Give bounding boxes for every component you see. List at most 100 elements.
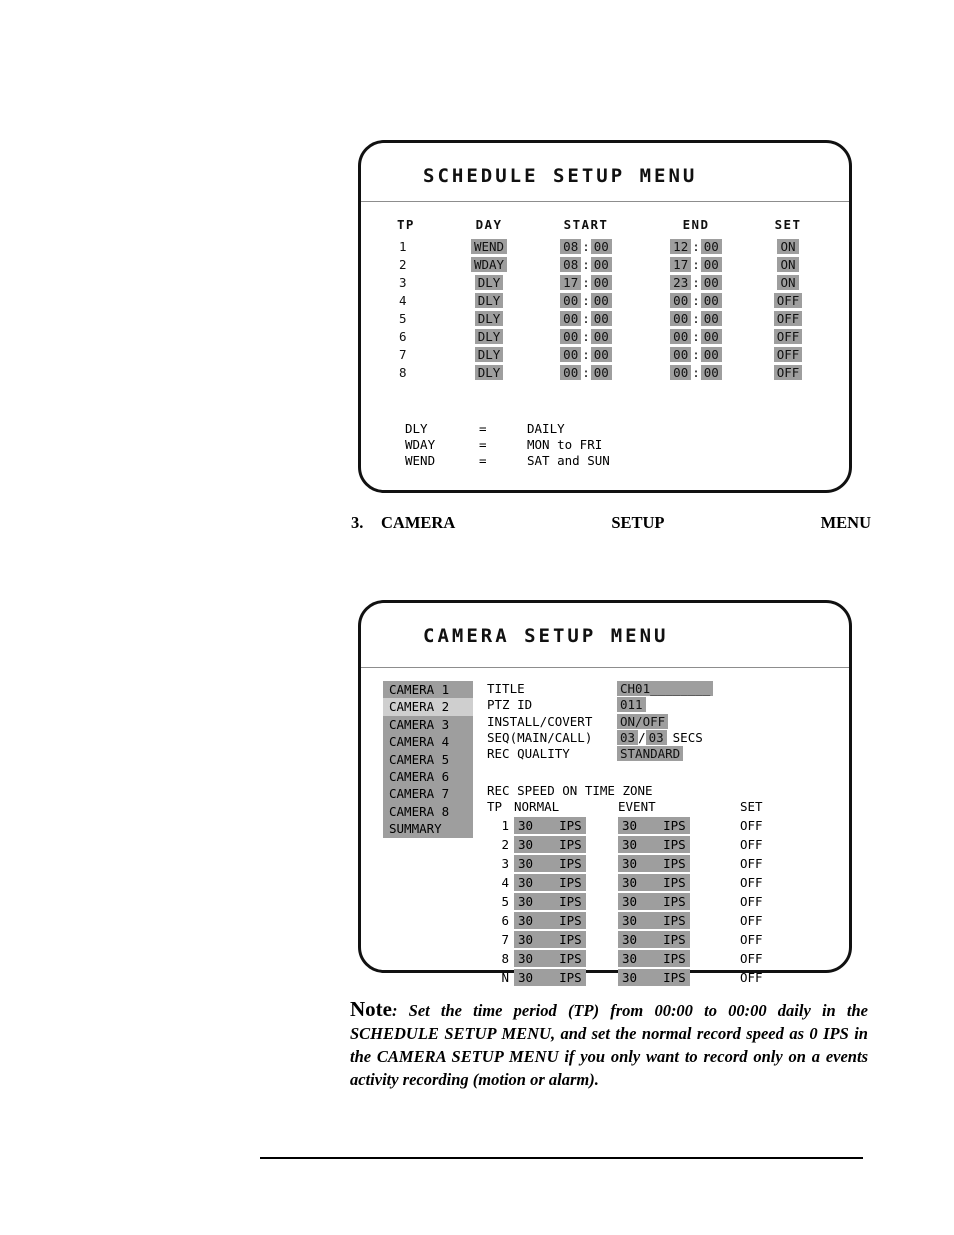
schedule-start-minute[interactable]: 00 xyxy=(590,256,612,272)
schedule-set-value[interactable]: OFF xyxy=(773,364,803,380)
rec-speed-normal-value[interactable]: 30 IPS xyxy=(514,893,586,910)
schedule-day-value[interactable]: DLY xyxy=(474,364,504,380)
schedule-start-hour[interactable]: 00 xyxy=(560,292,582,308)
title-value[interactable]: CH01________ xyxy=(617,681,714,696)
schedule-set-value[interactable]: OFF xyxy=(773,328,803,344)
rec-speed-cell-set[interactable]: OFF xyxy=(722,911,802,930)
rec-speed-table-row: 8 30 IPS 30 IPS OFF xyxy=(487,949,802,968)
rec-speed-normal-value[interactable]: 30 IPS xyxy=(514,874,586,891)
rec-speed-cell-set[interactable]: OFF xyxy=(722,816,802,835)
rec-speed-cell-set[interactable]: OFF xyxy=(722,930,802,949)
schedule-end-hour[interactable]: 00 xyxy=(670,310,692,326)
schedule-end-hour[interactable]: 00 xyxy=(670,328,692,344)
rec-speed-event-value[interactable]: 30 IPS xyxy=(618,874,690,891)
rec-speed-event-value[interactable]: 30 IPS xyxy=(618,855,690,872)
camera-list-item[interactable]: CAMERA 3 xyxy=(383,716,473,733)
schedule-day-value[interactable]: DLY xyxy=(474,328,504,344)
schedule-end-minute[interactable]: 00 xyxy=(700,346,722,362)
schedule-start-hour[interactable]: 00 xyxy=(560,310,582,326)
camera-list-item[interactable]: CAMERA 8 xyxy=(383,803,473,820)
schedule-end-minute[interactable]: 00 xyxy=(700,256,722,272)
schedule-end-minute[interactable]: 00 xyxy=(700,310,722,326)
camera-list-item[interactable]: CAMERA 4 xyxy=(383,733,473,750)
rec-speed-cell-set[interactable]: OFF xyxy=(722,854,802,873)
rec-speed-normal-value[interactable]: 30 IPS xyxy=(514,855,586,872)
schedule-end-hour[interactable]: 00 xyxy=(670,364,692,380)
rec-speed-normal-value[interactable]: 30 IPS xyxy=(514,969,586,986)
schedule-table-row: 3 DLY 17:00 23:00 ON xyxy=(397,273,825,291)
legend-key: WDAY xyxy=(405,437,436,453)
rec-speed-event-value[interactable]: 30 IPS xyxy=(618,950,690,967)
schedule-end-hour[interactable]: 00 xyxy=(670,346,692,362)
schedule-end-hour[interactable]: 17 xyxy=(670,256,692,272)
schedule-day-value[interactable]: DLY xyxy=(474,292,504,308)
schedule-set-value[interactable]: OFF xyxy=(773,310,803,326)
rec-quality-value[interactable]: STANDARD xyxy=(617,746,684,762)
camera-list-item[interactable]: CAMERA 7 xyxy=(383,785,473,802)
rec-speed-normal-value[interactable]: 30 IPS xyxy=(514,931,586,948)
schedule-set-value[interactable]: ON xyxy=(777,256,799,272)
schedule-end-hour[interactable]: 00 xyxy=(670,292,692,308)
schedule-start-hour[interactable]: 00 xyxy=(560,346,582,362)
rec-speed-event-value[interactable]: 30 IPS xyxy=(618,969,690,986)
install-covert-value[interactable]: ON/OFF xyxy=(617,713,669,729)
schedule-end-minute[interactable]: 00 xyxy=(700,238,722,254)
seq-call-value[interactable]: 03 xyxy=(645,729,667,745)
rec-speed-event-value[interactable]: 30 IPS xyxy=(618,912,690,929)
schedule-end-minute[interactable]: 00 xyxy=(700,292,722,308)
rec-speed-normal-value[interactable]: 30 IPS xyxy=(514,950,586,967)
ptz-id-value[interactable]: 011 xyxy=(617,697,646,713)
schedule-cell-start: 00:00 xyxy=(531,291,641,309)
schedule-end-minute[interactable]: 00 xyxy=(700,274,722,290)
rec-speed-cell-event: 30 IPS xyxy=(618,911,722,930)
schedule-set-value[interactable]: OFF xyxy=(773,346,803,362)
schedule-start-hour[interactable]: 17 xyxy=(560,274,582,290)
camera-list-item[interactable]: SUMMARY xyxy=(383,820,473,837)
schedule-start-hour[interactable]: 08 xyxy=(560,256,582,272)
rec-speed-event-value[interactable]: 30 IPS xyxy=(618,836,690,853)
schedule-start-minute[interactable]: 00 xyxy=(590,238,612,254)
schedule-day-value[interactable]: DLY xyxy=(474,274,504,290)
rec-speed-event-value[interactable]: 30 IPS xyxy=(618,931,690,948)
camera-list-item[interactable]: CAMERA 6 xyxy=(383,768,473,785)
schedule-start-hour[interactable]: 00 xyxy=(560,364,582,380)
schedule-start-minute[interactable]: 00 xyxy=(590,328,612,344)
seq-main-value[interactable]: 03 xyxy=(617,729,639,745)
rec-speed-cell-set[interactable]: OFF xyxy=(722,949,802,968)
rec-speed-header-set: SET xyxy=(740,799,763,814)
rec-speed-event-value[interactable]: 30 IPS xyxy=(618,817,690,834)
camera-list-item[interactable]: CAMERA 5 xyxy=(383,751,473,768)
schedule-header-set: SET xyxy=(774,217,802,232)
schedule-header-row: TP DAY START END SET xyxy=(397,217,825,237)
schedule-set-value[interactable]: ON xyxy=(777,238,799,254)
schedule-set-value[interactable]: ON xyxy=(777,274,799,290)
rec-speed-normal-value[interactable]: 30 IPS xyxy=(514,912,586,929)
schedule-day-value[interactable]: DLY xyxy=(474,310,504,326)
schedule-start-minute[interactable]: 00 xyxy=(590,364,612,380)
rec-speed-cell-set[interactable]: OFF xyxy=(722,968,802,987)
schedule-start-minute[interactable]: 00 xyxy=(590,292,612,308)
schedule-end-hour[interactable]: 23 xyxy=(670,274,692,290)
schedule-day-value[interactable]: WDAY xyxy=(470,256,508,272)
schedule-set-value[interactable]: OFF xyxy=(773,292,803,308)
schedule-end-hour[interactable]: 12 xyxy=(670,238,692,254)
rec-speed-event-value[interactable]: 30 IPS xyxy=(618,893,690,910)
schedule-start-hour[interactable]: 08 xyxy=(560,238,582,254)
rec-speed-cell-set[interactable]: OFF xyxy=(722,873,802,892)
camera-setup-menu-panel: CAMERA SETUP MENU CAMERA 1 CAMERA 2 CAMERA… xyxy=(358,600,852,986)
schedule-start-hour[interactable]: 00 xyxy=(560,328,582,344)
camera-list-item[interactable]: CAMERA 2 xyxy=(383,698,473,716)
schedule-end-minute[interactable]: 00 xyxy=(700,364,722,380)
schedule-start-minute[interactable]: 00 xyxy=(590,346,612,362)
rec-speed-normal-value[interactable]: 30 IPS xyxy=(514,817,586,834)
schedule-day-value[interactable]: DLY xyxy=(474,346,504,362)
rec-speed-normal-value[interactable]: 30 IPS xyxy=(514,836,586,853)
rec-speed-cell-set[interactable]: OFF xyxy=(722,892,802,911)
rec-speed-cell-set[interactable]: OFF xyxy=(722,835,802,854)
schedule-start-minute[interactable]: 00 xyxy=(590,274,612,290)
camera-list[interactable]: CAMERA 1 CAMERA 2 CAMERA 3 CAMERA 4 CAMERA 5… xyxy=(383,681,473,838)
camera-list-item[interactable]: CAMERA 1 xyxy=(383,681,473,698)
schedule-end-minute[interactable]: 00 xyxy=(700,328,722,344)
schedule-day-value[interactable]: WEND xyxy=(470,238,508,254)
schedule-start-minute[interactable]: 00 xyxy=(590,310,612,326)
